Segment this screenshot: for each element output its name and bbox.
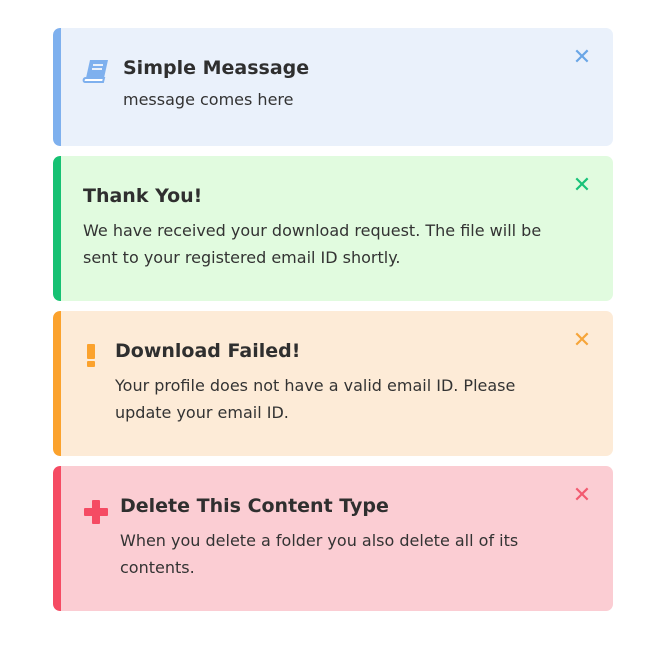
alert-message: We have received your download request. … [83, 221, 542, 267]
alert-content: Simple Meassage message comes here [123, 56, 561, 113]
alert-accent-bar [53, 156, 61, 301]
close-icon[interactable]: ✕ [571, 485, 593, 507]
alert-message: Your profile does not have a valid email… [115, 376, 516, 422]
alert-title: Delete This Content Type [120, 495, 389, 517]
close-icon[interactable]: ✕ [571, 330, 593, 352]
alert-success: Thank You! We have received your downloa… [53, 156, 613, 301]
alert-accent-bar [53, 28, 61, 146]
alert-warning: Download Failed! Your profile does not h… [53, 311, 613, 456]
alert-title: Download Failed! [115, 340, 301, 362]
book-icon [82, 58, 112, 84]
alert-content: Delete This Content Type When you delete… [120, 494, 561, 581]
alert-message: When you delete a folder you also delete… [120, 531, 519, 577]
alert-content: Download Failed! Your profile does not h… [115, 339, 561, 426]
close-icon[interactable]: ✕ [571, 47, 593, 69]
alert-accent-bar [53, 466, 61, 611]
alert-title: Thank You! [83, 185, 203, 207]
alert-message: message comes here [123, 90, 294, 109]
alert-error: Delete This Content Type When you delete… [53, 466, 613, 611]
exclamation-icon [83, 342, 99, 368]
alert-accent-bar [53, 311, 61, 456]
alert-content: Thank You! We have received your downloa… [83, 184, 561, 271]
close-icon[interactable]: ✕ [571, 175, 593, 197]
plus-icon [83, 499, 109, 525]
alert-info: Simple Meassage message comes here ✕ [53, 28, 613, 146]
alert-title: Simple Meassage [123, 57, 310, 79]
